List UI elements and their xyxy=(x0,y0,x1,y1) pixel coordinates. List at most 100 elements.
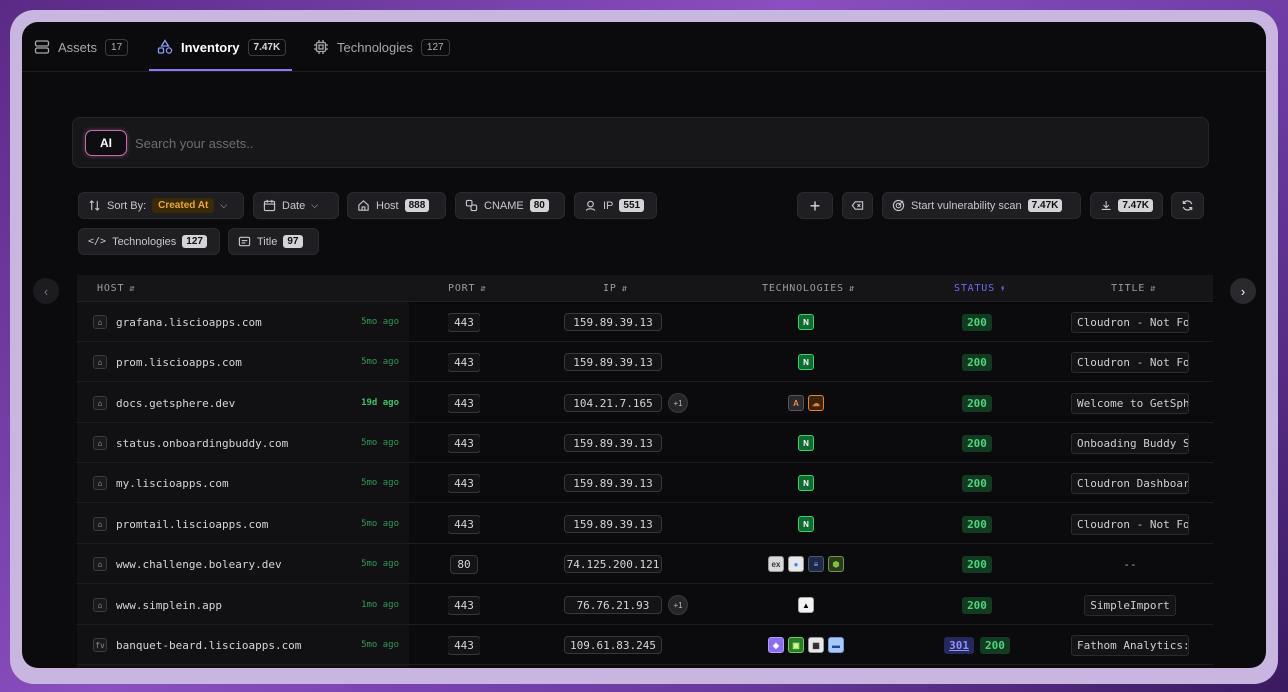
column-header-port[interactable]: PORT ⇵ xyxy=(448,275,487,302)
more-ips-badge[interactable]: +1 xyxy=(668,595,688,615)
app-window: Assets 17 Inventory 7.47K Technologies 1… xyxy=(22,22,1266,668)
table-row[interactable]: ⌂ grafana.liscioapps.com 5mo ago 443 159.89.… xyxy=(77,302,1213,342)
clear-filters-button[interactable] xyxy=(842,192,873,219)
chevron-down-icon: ⌵ xyxy=(220,200,228,210)
host-name[interactable]: www.simplein.app xyxy=(116,599,222,612)
table-row[interactable]: ⌂ www.challenge.boleary.dev 5mo ago 80 74.12… xyxy=(77,544,1213,584)
table-row[interactable]: ⌂ status.onboardingbuddy.com 5mo ago 443 159… xyxy=(77,423,1213,463)
nginx-icon[interactable]: N xyxy=(798,516,814,532)
nginx-icon[interactable]: N xyxy=(798,314,814,330)
host-filter[interactable]: Host 888 xyxy=(347,192,446,219)
port-badge: 443 xyxy=(448,635,480,655)
code-icon: </> xyxy=(88,236,107,247)
nginx-icon[interactable]: N xyxy=(798,475,814,491)
status-badge: 200 xyxy=(962,353,992,371)
table-row[interactable]: ⌂ prom.liscioapps.com 5mo ago 443 159.89.39.… xyxy=(77,342,1213,382)
host-name[interactable]: my.liscioapps.com xyxy=(116,477,229,490)
table-row[interactable]: fv banquet-beard.liscioapps.com 5mo ago 443… xyxy=(77,625,1213,665)
port-cell: 443 xyxy=(448,302,480,342)
refresh-button[interactable] xyxy=(1171,192,1204,219)
nginx-icon[interactable]: N xyxy=(798,354,814,370)
ip-cell: 159.89.39.13 xyxy=(563,423,663,463)
cname-filter-label: CNAME xyxy=(484,199,524,212)
more-ips-badge[interactable]: +1 xyxy=(668,393,688,413)
table-row[interactable]: ⌂ promtail.liscioapps.com 5mo ago 443 159.89… xyxy=(77,504,1213,544)
column-header-status[interactable]: STATUS ↟ xyxy=(954,275,1006,302)
host-name[interactable]: status.onboardingbuddy.com xyxy=(116,437,288,450)
tab-assets[interactable]: Assets 17 xyxy=(34,22,129,72)
table-row[interactable]: ⌂ my.liscioapps.com 5mo ago 443 159.89.39.13… xyxy=(77,463,1213,503)
express-icon[interactable]: ex xyxy=(768,556,784,572)
ip-badge[interactable]: 159.89.39.13 xyxy=(564,515,662,533)
port-cell: 443 xyxy=(448,463,480,503)
vercel-icon[interactable]: ▲ xyxy=(798,597,814,613)
tab-inventory[interactable]: Inventory 7.47K xyxy=(157,22,287,72)
status-cell: 200 xyxy=(917,302,1037,342)
ip-badge[interactable]: 159.89.39.13 xyxy=(564,434,662,452)
sort-by-dropdown[interactable]: Sort By: Created At ⌵ xyxy=(78,192,244,219)
host-cell: fv banquet-beard.liscioapps.com 5mo ago xyxy=(93,625,399,665)
technologies-cell: ▲ xyxy=(727,585,885,625)
host-name[interactable]: www.challenge.boleary.dev xyxy=(116,558,282,571)
green-icon[interactable]: ▣ xyxy=(788,637,804,653)
tab-technologies[interactable]: Technologies 127 xyxy=(313,22,450,72)
column-header-title-label: TITLE xyxy=(1111,283,1146,294)
host-name[interactable]: grafana.liscioapps.com xyxy=(116,316,262,329)
table-row[interactable]: ⌂ www.simplein.app 1mo ago 443 76.76.21.93 +1… xyxy=(77,585,1213,625)
scroll-left-button[interactable]: ‹ xyxy=(33,278,59,304)
host-name[interactable]: promtail.liscioapps.com xyxy=(116,518,268,531)
stack-icon[interactable]: ≡ xyxy=(808,556,824,572)
table-row[interactable]: ⌂ docs.getsphere.dev 19d ago 443 104.21.7.16… xyxy=(77,383,1213,423)
purple-icon[interactable]: ◈ xyxy=(768,637,784,653)
server-icon xyxy=(34,40,50,54)
start-vulnerability-scan-button[interactable]: Start vulnerability scan 7.47K xyxy=(882,192,1081,219)
port-badge: 443 xyxy=(448,352,480,372)
ip-badge[interactable]: 159.89.39.13 xyxy=(564,353,662,371)
ip-badge[interactable]: 76.76.21.93 xyxy=(564,596,662,614)
cloudflare-icon[interactable]: ☁ xyxy=(808,395,824,411)
sort-icon: ⇵ xyxy=(1150,283,1157,294)
created-ago: 5mo ago xyxy=(361,357,399,367)
dark-icon[interactable]: ▦ xyxy=(808,637,824,653)
cname-filter[interactable]: CNAME 80 xyxy=(455,192,565,219)
created-ago: 5mo ago xyxy=(361,559,399,569)
search-input[interactable] xyxy=(135,128,1195,158)
port-cell: 443 xyxy=(448,585,480,625)
ip-badge[interactable]: 104.21.7.165 xyxy=(564,394,662,412)
status-badge[interactable]: 301 xyxy=(944,636,974,654)
ip-filter[interactable]: IP 551 xyxy=(574,192,657,219)
ai-button[interactable]: AI xyxy=(85,130,127,156)
host-name[interactable]: docs.getsphere.dev xyxy=(116,397,235,410)
column-header-ip[interactable]: IP ⇵ xyxy=(603,275,628,302)
ip-badge[interactable]: 109.61.83.245 xyxy=(564,636,662,654)
column-header-title[interactable]: TITLE ⇵ xyxy=(1111,275,1156,302)
sort-icon: ⇵ xyxy=(480,283,487,294)
add-button[interactable]: + xyxy=(797,192,833,219)
ip-badge[interactable]: 74.125.200.121 xyxy=(564,555,662,573)
host-name[interactable]: prom.liscioapps.com xyxy=(116,356,242,369)
column-header-technologies[interactable]: TECHNOLOGIES ⇵ xyxy=(762,275,855,302)
technologies-filter[interactable]: </> Technologies 127 xyxy=(78,228,220,255)
scroll-right-button[interactable]: › xyxy=(1230,278,1256,304)
title-filter[interactable]: Title 97 xyxy=(228,228,319,255)
sort-by-label: Sort By: xyxy=(107,199,147,212)
host-cell: ⌂ grafana.liscioapps.com 5mo ago xyxy=(93,302,399,342)
export-button[interactable]: 7.47K xyxy=(1090,192,1163,219)
nginx-icon[interactable]: N xyxy=(798,435,814,451)
status-cell: 200 xyxy=(917,544,1037,584)
ip-badge[interactable]: 159.89.39.13 xyxy=(564,474,662,492)
nodejs-icon[interactable]: ⬢ xyxy=(828,556,844,572)
ip-badge[interactable]: 159.89.39.13 xyxy=(564,313,662,331)
date-dropdown[interactable]: Date ⌵ xyxy=(253,192,339,219)
column-header-host[interactable]: HOST ⇵ xyxy=(97,275,136,302)
scan-label: Start vulnerability scan xyxy=(911,199,1022,212)
blue-icon[interactable]: ▬ xyxy=(828,637,844,653)
astro-icon[interactable]: A xyxy=(788,395,804,411)
status-badge: 200 xyxy=(962,555,992,573)
search-bar: AI xyxy=(72,117,1209,168)
host-cell: ⌂ promtail.liscioapps.com 5mo ago xyxy=(93,504,399,544)
port-badge: 443 xyxy=(448,312,480,332)
google-cloud-icon[interactable]: ● xyxy=(788,556,804,572)
host-name[interactable]: banquet-beard.liscioapps.com xyxy=(116,639,301,652)
calendar-icon xyxy=(263,199,276,212)
